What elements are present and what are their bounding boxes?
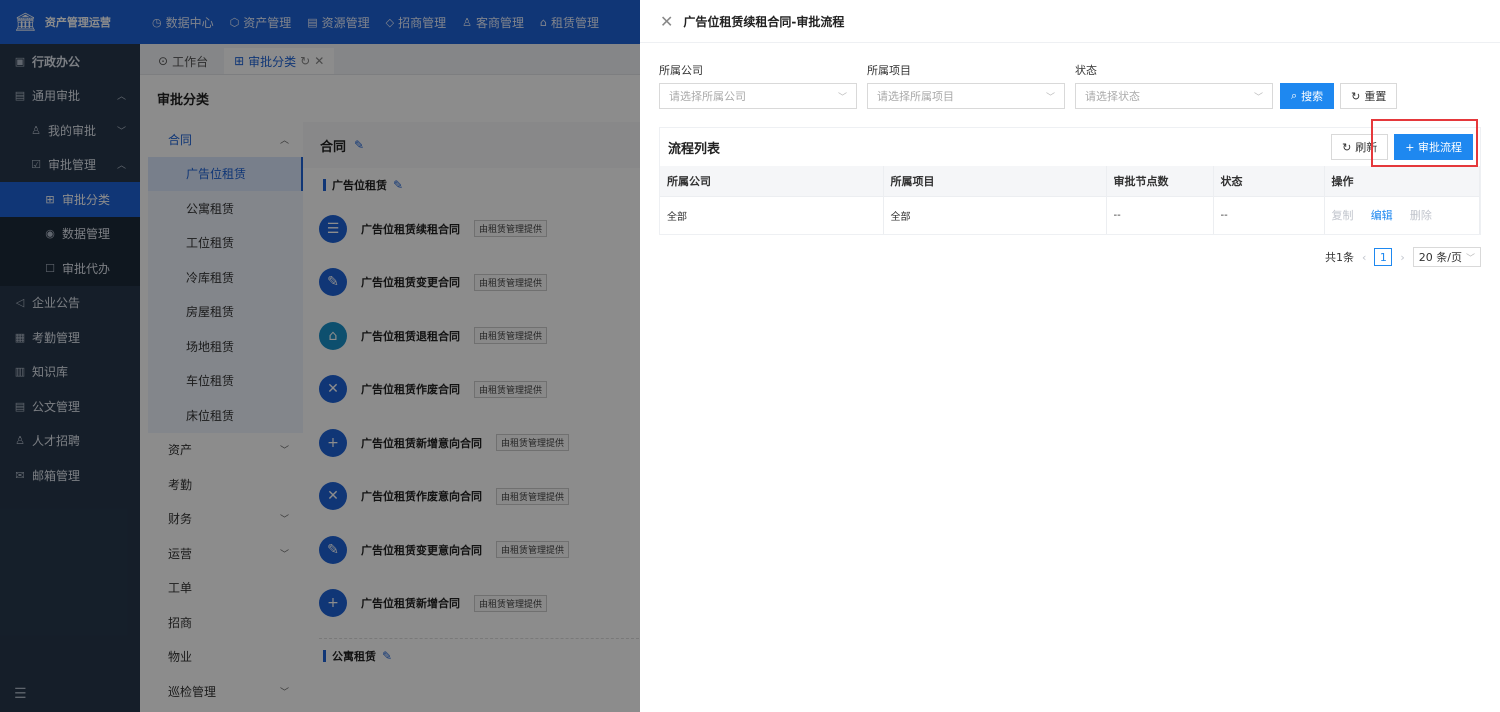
chevron-down-icon: ﹀ — [837, 92, 847, 103]
filter-project: 所属项目 请选择所属项目 ﹀ — [867, 62, 1065, 109]
select-placeholder: 请选择所属公司 — [669, 90, 746, 103]
select-placeholder: 请选择所属项目 — [877, 90, 954, 103]
prev-page-icon[interactable]: ‹ — [1362, 251, 1366, 264]
edit-link[interactable]: 编辑 — [1371, 209, 1393, 222]
project-select[interactable]: 请选择所属项目 ﹀ — [867, 83, 1065, 109]
modal-mask[interactable] — [0, 0, 640, 712]
reset-label: 重置 — [1364, 90, 1387, 103]
delete-link[interactable]: 删除 — [1410, 209, 1432, 222]
chevron-down-icon: ﹀ — [1045, 92, 1055, 103]
column-header: 所属项目 — [883, 166, 1107, 196]
pager-total: 共1条 — [1324, 251, 1354, 264]
search-icon: ⌕ — [1291, 89, 1298, 102]
reset-button[interactable]: ↻ 重置 — [1340, 83, 1398, 109]
drawer-title: 广告位租赁续租合同-审批流程 — [683, 14, 845, 29]
company-select[interactable]: 请选择所属公司 ﹀ — [659, 83, 857, 109]
search-label: 搜索 — [1301, 90, 1324, 103]
filter-bar: 所属公司 请选择所属公司 ﹀ 所属项目 请选择所属项目 ﹀ 状态 请选择状态 ﹀… — [659, 62, 1398, 109]
chevron-down-icon: ﹀ — [1465, 253, 1475, 264]
page-size-label: 20 条/页 — [1418, 251, 1462, 264]
refresh-label: 刷新 — [1355, 141, 1378, 154]
filter-label: 所属项目 — [867, 64, 911, 77]
add-approval-flow-button[interactable]: + 审批流程 — [1394, 134, 1473, 160]
page-number[interactable]: 1 — [1374, 248, 1393, 266]
drawer-header: ✕ 广告位租赁续租合同-审批流程 — [640, 0, 1500, 43]
column-header: 审批节点数 — [1106, 166, 1214, 196]
copy-link[interactable]: 复制 — [1332, 209, 1354, 222]
cell-actions: 复制 编辑 删除 — [1324, 195, 1480, 234]
filter-company: 所属公司 请选择所属公司 ﹀ — [659, 62, 857, 109]
cell-status: -- — [1213, 195, 1325, 234]
filter-label: 状态 — [1075, 64, 1097, 77]
close-icon[interactable]: ✕ — [660, 12, 673, 31]
page-size-select[interactable]: 20 条/页 ﹀ — [1412, 247, 1481, 267]
panel-title: 流程列表 — [668, 141, 721, 157]
status-select[interactable]: 请选择状态 ﹀ — [1075, 83, 1273, 109]
cell-company: 全部 — [660, 195, 884, 234]
column-header: 状态 — [1213, 166, 1325, 196]
chevron-down-icon: ﹀ — [1253, 92, 1263, 103]
column-header: 操作 — [1324, 166, 1480, 196]
reset-icon: ↻ — [1351, 89, 1361, 103]
refresh-button[interactable]: ↻ 刷新 — [1331, 134, 1389, 160]
refresh-icon: ↻ — [1342, 140, 1352, 154]
cell-project: 全部 — [883, 195, 1107, 234]
approval-flow-drawer: ✕ 广告位租赁续租合同-审批流程 所属公司 请选择所属公司 ﹀ 所属项目 请选择… — [640, 0, 1500, 712]
cell-nodes: -- — [1106, 195, 1214, 234]
search-button[interactable]: ⌕ 搜索 — [1280, 83, 1335, 109]
flow-table: 所属公司 所属项目 审批节点数 状态 操作 全部 全部 -- -- 复制 编辑 … — [660, 166, 1480, 234]
panel-header: 流程列表 ↻ 刷新 + 审批流程 — [660, 128, 1480, 166]
table-header-row: 所属公司 所属项目 审批节点数 状态 操作 — [660, 166, 1480, 196]
pagination: 共1条 ‹ 1 › 20 条/页 ﹀ — [1325, 247, 1481, 267]
filter-status: 状态 请选择状态 ﹀ — [1075, 62, 1273, 109]
next-page-icon[interactable]: › — [1400, 251, 1404, 264]
select-placeholder: 请选择状态 — [1085, 90, 1140, 103]
filter-label: 所属公司 — [659, 64, 703, 77]
flow-list-panel: 流程列表 ↻ 刷新 + 审批流程 所属公司 所属项目 审批节点数 状态 操作 全… — [659, 127, 1481, 235]
add-label: + 审批流程 — [1405, 141, 1462, 154]
column-header: 所属公司 — [660, 166, 884, 196]
table-row: 全部 全部 -- -- 复制 编辑 删除 — [660, 195, 1480, 234]
